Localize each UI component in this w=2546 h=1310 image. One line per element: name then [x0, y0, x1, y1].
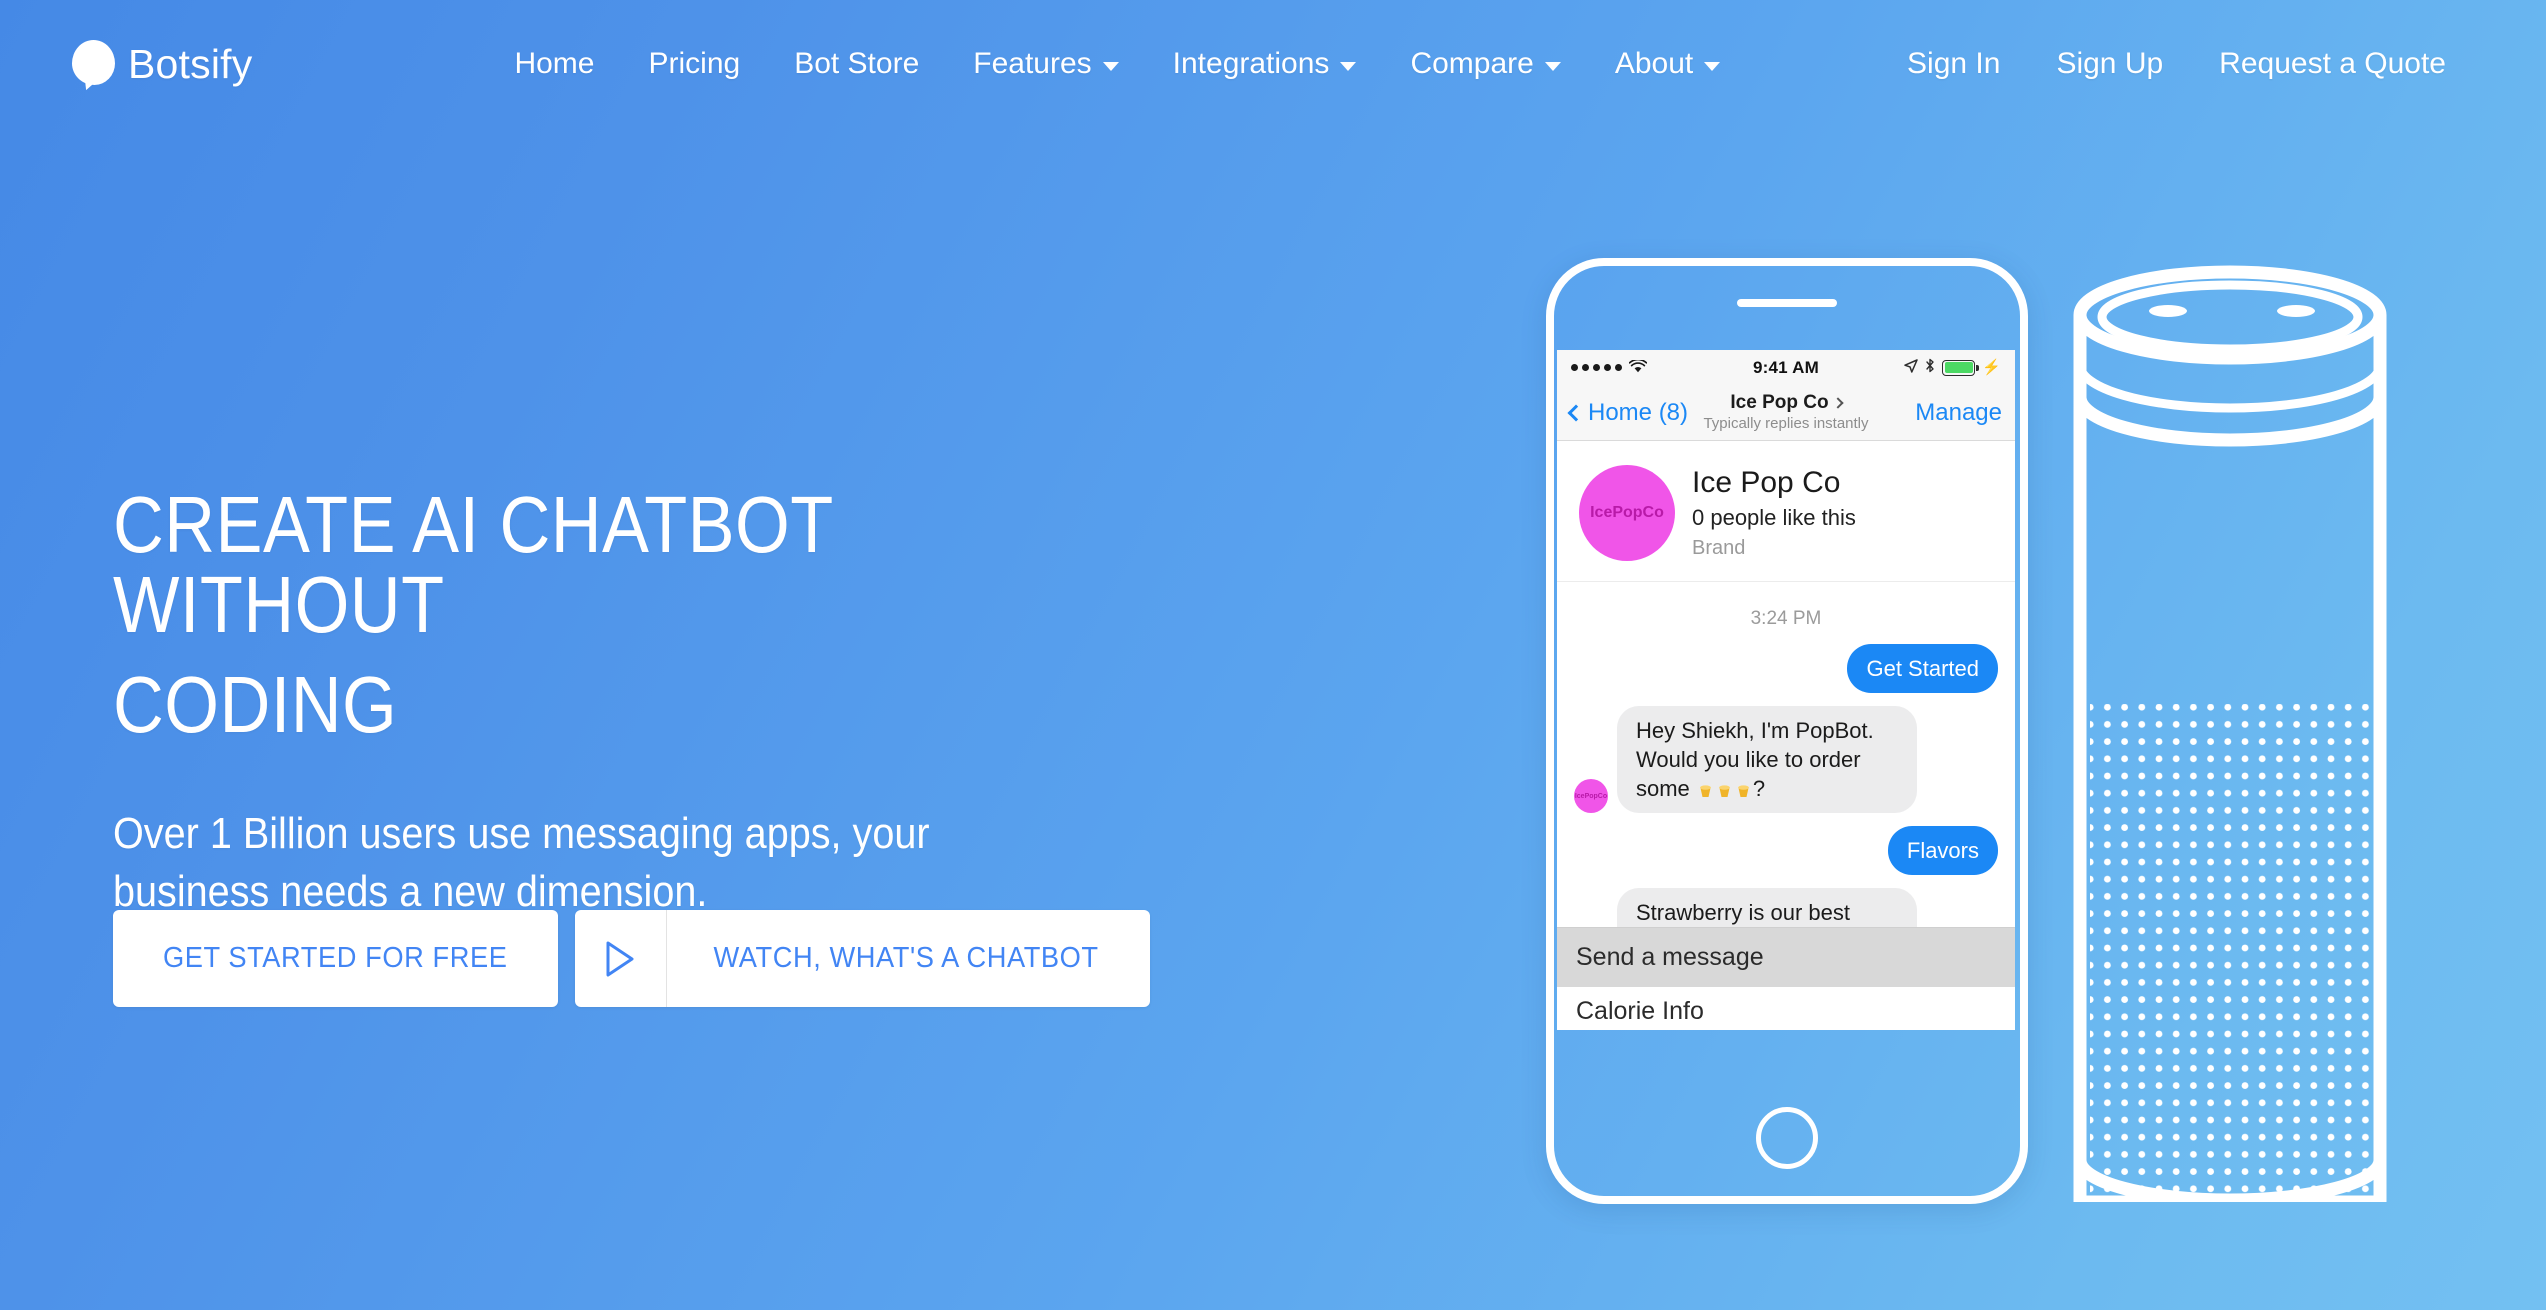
- play-triangle-icon: [575, 910, 667, 1007]
- chevron-left-icon: [1567, 404, 1585, 421]
- messenger-header: Home (8) Ice Pop Co Typically replies in…: [1557, 385, 2015, 441]
- chat-bubble-icon: [72, 39, 115, 93]
- back-label: Home (8): [1588, 398, 1689, 426]
- profile-likes-count: 0 people like this: [1692, 505, 1856, 530]
- hero-subheadline: Over 1 Billion users use messaging apps,…: [113, 805, 1121, 921]
- hero-copy: CREATE AI CHATBOT WITHOUT CODING Over 1 …: [113, 485, 1233, 921]
- nav-item-about[interactable]: About: [1588, 39, 1747, 89]
- page-title: CREATE AI CHATBOT WITHOUT CODING: [113, 485, 1099, 745]
- phone-screen: 9:41 AM ⚡ Home (8) Ice Pop Co Typically …: [1557, 350, 2015, 1030]
- profile-name: Ice Pop Co: [1692, 466, 1841, 499]
- watch-video-label: WATCH, WHAT'S A CHATBOT: [712, 942, 1099, 974]
- primary-nav-links: Home Pricing Bot Store Features Integrat…: [487, 39, 1747, 89]
- nav-item-pricing[interactable]: Pricing: [621, 39, 767, 89]
- ios-status-bar: 9:41 AM ⚡: [1557, 350, 2015, 385]
- request-quote-label: Request a Quote: [2219, 47, 2446, 80]
- nav-item-label: Compare: [1410, 47, 1534, 80]
- page-profile-card: IcePopCo Ice Pop Co 0 people like this B…: [1557, 441, 2015, 582]
- send-message-input[interactable]: Send a message: [1557, 927, 2015, 987]
- phone-mockup: 9:41 AM ⚡ Home (8) Ice Pop Co Typically …: [1546, 258, 2028, 1204]
- chat-message-outgoing: Flavors: [1574, 826, 1998, 876]
- chevron-down-icon: [1704, 61, 1721, 71]
- nav-item-bot-store[interactable]: Bot Store: [767, 39, 946, 89]
- phone-earpiece-speaker: [1737, 299, 1837, 307]
- battery-icon: [1942, 359, 1979, 376]
- nav-item-label: Features: [973, 47, 1092, 80]
- chevron-down-icon: [1544, 61, 1561, 71]
- message-text-suffix: ?: [1752, 775, 1766, 801]
- message-bubble[interactable]: Get Started: [1847, 643, 1998, 693]
- subheadline-line-1: Over 1 Billion users use messaging apps,…: [113, 809, 930, 858]
- sign-in-link[interactable]: Sign In: [1879, 39, 2028, 89]
- home-button-icon[interactable]: [1756, 1107, 1818, 1169]
- account-nav-links: Sign In Sign Up Request a Quote: [1879, 39, 2484, 89]
- message-bubble: Hey Shiekh, I'm PopBot. Would you like t…: [1617, 705, 1917, 814]
- ice-cream-emoji-icon: [1735, 777, 1752, 797]
- nav-item-label: Bot Store: [794, 47, 920, 80]
- headline-line-2: CODING: [113, 660, 398, 749]
- nav-item-home[interactable]: Home: [487, 39, 621, 89]
- top-navigation-bar: Botsify Home Pricing Bot Store Features …: [0, 0, 2546, 128]
- headline-line-1: CREATE AI CHATBOT WITHOUT: [113, 480, 833, 649]
- chat-message-outgoing: Get Started: [1574, 643, 1998, 693]
- sign-in-label: Sign In: [1907, 47, 2001, 80]
- nav-item-label: About: [1614, 47, 1694, 80]
- get-started-label: GET STARTED FOR FREE: [162, 942, 508, 974]
- conversation-title-text: Ice Pop Co: [1730, 392, 1829, 414]
- chevron-down-icon: [1102, 61, 1119, 71]
- sign-up-link[interactable]: Sign Up: [2028, 39, 2191, 89]
- brand-name: Botsify: [128, 40, 253, 87]
- get-started-for-free-button[interactable]: GET STARTED FOR FREE: [113, 910, 558, 1007]
- avatar: IcePopCo: [1579, 464, 1675, 561]
- sign-up-label: Sign Up: [2056, 47, 2164, 80]
- smart-speaker-icon: [2068, 255, 2392, 1202]
- chevron-down-icon: [1340, 61, 1357, 71]
- hero-cta-group: GET STARTED FOR FREE WATCH, WHAT'S A CHA…: [113, 910, 1151, 1007]
- chat-thread: 3:24 PM Get Started IcePopCo Hey Shiekh,…: [1557, 581, 2015, 967]
- nav-item-features[interactable]: Features: [946, 39, 1145, 89]
- back-to-home-button[interactable]: Home (8): [1567, 398, 1689, 427]
- nav-item-compare[interactable]: Compare: [1383, 39, 1587, 89]
- message-composer: Send a message Calorie Info: [1557, 927, 2015, 1030]
- subheadline-line-2: business needs a new dimension.: [113, 867, 708, 917]
- message-bubble[interactable]: Flavors: [1887, 826, 1998, 876]
- nav-item-label: Integrations: [1172, 47, 1330, 80]
- chevron-right-icon: [1831, 397, 1844, 409]
- nav-item-label: Home: [514, 47, 595, 80]
- avatar: IcePopCo: [1574, 779, 1608, 814]
- profile-category: Brand: [1692, 536, 1746, 559]
- ice-cream-emoji-icon: [1697, 777, 1714, 797]
- watch-chatbot-video-button[interactable]: WATCH, WHAT'S A CHATBOT: [574, 910, 1151, 1007]
- chat-timestamp: 3:24 PM: [1750, 607, 1822, 629]
- nav-item-integrations[interactable]: Integrations: [1146, 39, 1384, 89]
- manage-button[interactable]: Manage: [1915, 399, 2002, 427]
- request-a-quote-link[interactable]: Request a Quote: [2191, 39, 2484, 89]
- quick-reply-calorie-info[interactable]: Calorie Info: [1557, 987, 2015, 1030]
- nav-item-label: Pricing: [648, 47, 741, 80]
- chat-message-incoming: IcePopCo Hey Shiekh, I'm PopBot. Would y…: [1574, 705, 1998, 814]
- brand-logo[interactable]: Botsify: [72, 39, 253, 93]
- ice-cream-emoji-icon: [1716, 777, 1733, 797]
